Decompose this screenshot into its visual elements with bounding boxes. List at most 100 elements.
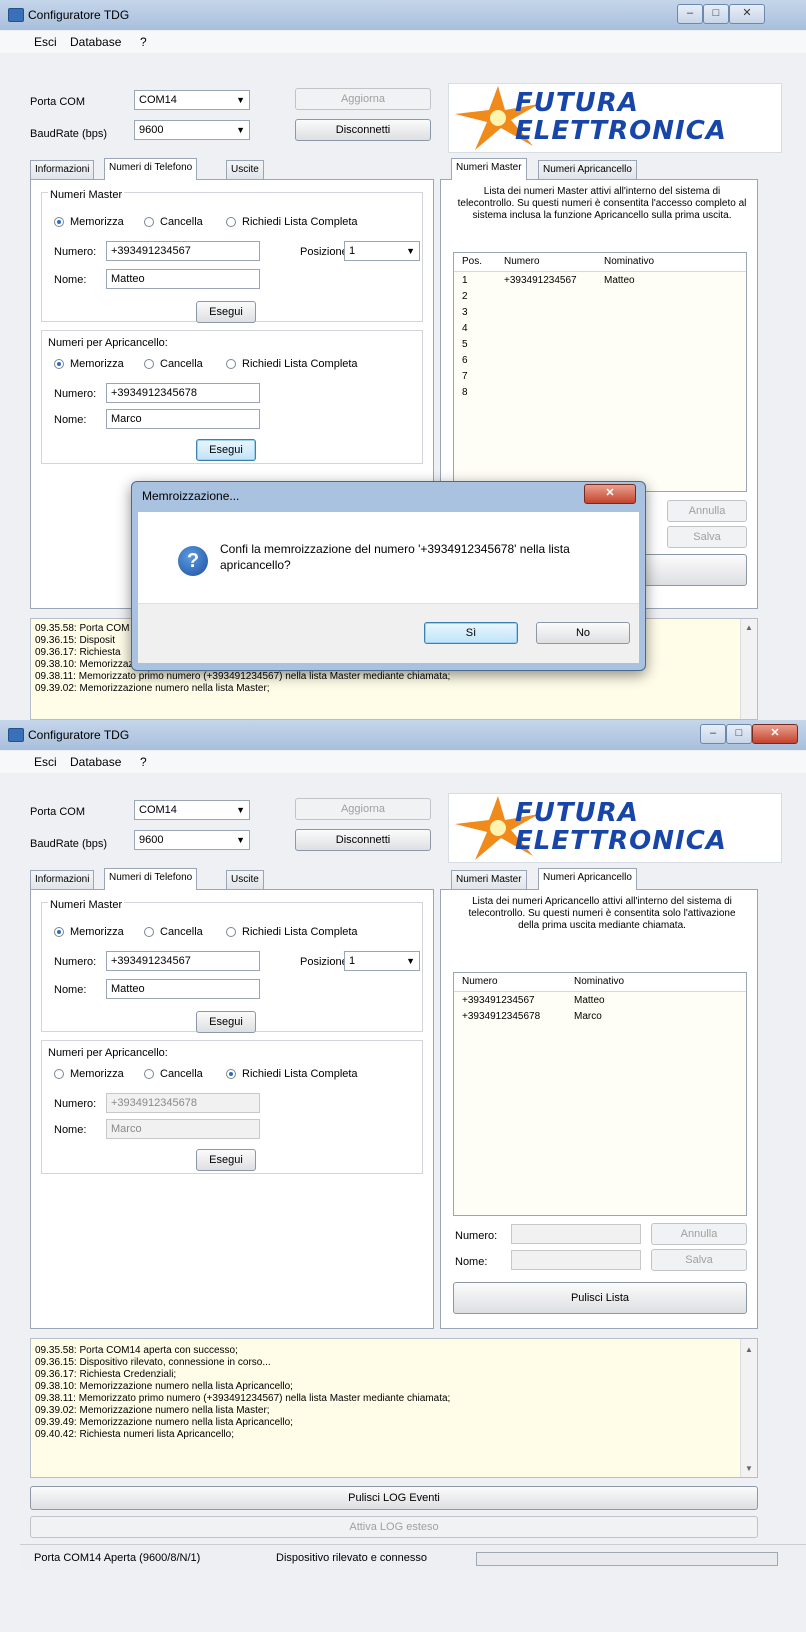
status-device: Dispositivo rilevato e connesso xyxy=(276,1552,428,1564)
list-row[interactable]: +393491234567 Matteo xyxy=(454,995,746,1011)
scroll-up-icon[interactable]: ▲ xyxy=(745,623,753,632)
posizione-select[interactable]: 1 ▼ xyxy=(344,241,420,261)
annulla-button[interactable]: Annulla xyxy=(651,1223,747,1245)
menu-esci[interactable]: Esci xyxy=(34,755,57,769)
porta-com-select[interactable]: COM14 ▼ xyxy=(134,800,250,820)
numero-label: Numero: xyxy=(54,956,97,968)
master-numero-field[interactable]: +393491234567 xyxy=(106,951,260,971)
tab-uscite[interactable]: Uscite xyxy=(226,160,264,180)
close-button[interactable]: ✕ xyxy=(729,4,765,24)
apri-memorizza-label: Memorizza xyxy=(70,358,124,370)
salva-button[interactable]: Salva xyxy=(651,1249,747,1271)
master-description: Lista dei numeri Master attivi all'inter… xyxy=(457,186,747,221)
apri-richiedi-radio[interactable] xyxy=(226,359,236,369)
minimize-button[interactable]: – xyxy=(700,724,726,744)
apricancello-group-title: Numeri per Apricancello: xyxy=(48,1047,168,1059)
aggiorna-button[interactable]: Aggiorna xyxy=(295,88,431,110)
menu-esci[interactable]: Esci xyxy=(34,35,57,49)
list-row[interactable]: 3 xyxy=(454,307,746,323)
master-esegui-button[interactable]: Esegui xyxy=(196,1011,256,1033)
tab-numeri-di-telefono[interactable]: Numeri di Telefono xyxy=(104,868,198,890)
tab-uscite[interactable]: Uscite xyxy=(226,870,264,890)
master-esegui-button[interactable]: Esegui xyxy=(196,301,256,323)
app-icon xyxy=(8,728,24,742)
tab-informazioni[interactable]: Informazioni xyxy=(30,870,95,890)
attiva-log-button[interactable]: Attiva LOG esteso xyxy=(30,1516,758,1538)
master-list[interactable]: Pos. Numero Nominativo 1 +393491234567 Mat… xyxy=(453,252,747,492)
edit-nome-field[interactable] xyxy=(511,1250,641,1270)
master-numero-field[interactable]: +393491234567 xyxy=(106,241,260,261)
apri-memorizza-radio[interactable] xyxy=(54,1069,64,1079)
memorizza-radio[interactable] xyxy=(54,217,64,227)
maximize-button[interactable]: □ xyxy=(703,4,729,24)
salva-button[interactable]: Salva xyxy=(667,526,747,548)
aggiorna-button[interactable]: Aggiorna xyxy=(295,798,431,820)
col-pos: Pos. xyxy=(462,256,483,267)
tab-numeri-di-telefono[interactable]: Numeri di Telefono xyxy=(104,158,198,180)
apricancello-list[interactable]: Numero Nominativo +393491234567 Matteo +3… xyxy=(453,972,747,1216)
posizione-value: 1 xyxy=(349,245,356,257)
scroll-up-icon[interactable]: ▲ xyxy=(745,1345,753,1354)
tab-numeri-apricancello[interactable]: Numeri Apricancello xyxy=(538,160,637,180)
tab-informazioni[interactable]: Informazioni xyxy=(30,160,95,180)
master-nome-field[interactable]: Matteo xyxy=(106,269,260,289)
apri-nome-field[interactable]: Marco xyxy=(106,1119,260,1139)
memorizza-radio[interactable] xyxy=(54,927,64,937)
chevron-down-icon: ▼ xyxy=(236,805,245,815)
disconnetti-button[interactable]: Disconnetti xyxy=(295,829,431,851)
list-row[interactable]: 5 xyxy=(454,339,746,355)
apri-numero-field[interactable]: +3934912345678 xyxy=(106,1093,260,1113)
cancella-radio[interactable] xyxy=(144,927,154,937)
menu-help[interactable]: ? xyxy=(140,755,147,769)
annulla-button[interactable]: Annulla xyxy=(667,500,747,522)
edit-numero-field[interactable] xyxy=(511,1224,641,1244)
richiedi-radio[interactable] xyxy=(226,927,236,937)
minimize-button[interactable]: – xyxy=(677,4,703,24)
tab-numeri-master[interactable]: Numeri Master xyxy=(451,870,527,890)
list-row[interactable]: 7 xyxy=(454,371,746,387)
yes-button[interactable]: Sì xyxy=(424,622,518,644)
apri-richiedi-radio[interactable] xyxy=(226,1069,236,1079)
list-row[interactable]: 6 xyxy=(454,355,746,371)
pulisci-log-button[interactable]: Pulisci LOG Eventi xyxy=(30,1486,758,1510)
apri-esegui-button[interactable]: Esegui xyxy=(196,439,256,461)
tab-numeri-master[interactable]: Numeri Master xyxy=(451,158,527,180)
richiedi-radio[interactable] xyxy=(226,217,236,227)
no-button[interactable]: No xyxy=(536,622,630,644)
scroll-down-icon[interactable]: ▼ xyxy=(745,1464,753,1473)
apri-cancella-radio[interactable] xyxy=(144,359,154,369)
list-row[interactable]: 2 xyxy=(454,291,746,307)
apri-esegui-button[interactable]: Esegui xyxy=(196,1149,256,1171)
nome-label: Nome: xyxy=(54,984,87,996)
menu-help[interactable]: ? xyxy=(140,35,147,49)
apri-cancella-radio[interactable] xyxy=(144,1069,154,1079)
pulisci-lista-button[interactable]: Pulisci Lista xyxy=(453,1282,747,1314)
menu-database[interactable]: Database xyxy=(70,35,121,49)
log-scrollbar[interactable]: ▲ ▼ xyxy=(740,1339,757,1477)
event-log[interactable]: 09.35.58: Porta COM14 aperta con success… xyxy=(30,1338,758,1478)
apri-numero-field[interactable]: +3934912345678 xyxy=(106,383,260,403)
list-row[interactable]: +3934912345678 Marco xyxy=(454,1011,746,1027)
master-nome-field[interactable]: Matteo xyxy=(106,979,260,999)
porta-com-select[interactable]: COM14 ▼ xyxy=(134,90,250,110)
tab-numeri-apricancello[interactable]: Numeri Apricancello xyxy=(538,868,637,890)
disconnetti-button[interactable]: Disconnetti xyxy=(295,119,431,141)
apricancello-group-title: Numeri per Apricancello: xyxy=(48,337,168,349)
menu-database[interactable]: Database xyxy=(70,755,121,769)
log-scrollbar[interactable]: ▲ xyxy=(740,619,757,719)
maximize-button[interactable]: □ xyxy=(726,724,752,744)
chevron-down-icon: ▼ xyxy=(406,956,415,966)
col-nominativo: Nominativo xyxy=(604,256,655,267)
list-row[interactable]: 4 xyxy=(454,323,746,339)
list-row[interactable]: 8 xyxy=(454,387,746,403)
posizione-select[interactable]: 1 ▼ xyxy=(344,951,420,971)
close-button[interactable]: ✕ xyxy=(752,724,798,744)
baudrate-select[interactable]: 9600 ▼ xyxy=(134,120,250,140)
baudrate-select[interactable]: 9600 ▼ xyxy=(134,830,250,850)
apri-nome-field[interactable]: Marco xyxy=(106,409,260,429)
apri-memorizza-radio[interactable] xyxy=(54,359,64,369)
list-row[interactable]: 1 +393491234567 Matteo xyxy=(454,275,746,291)
cancella-radio[interactable] xyxy=(144,217,154,227)
row-nome: Matteo xyxy=(604,275,635,286)
dialog-close-button[interactable]: ✕ xyxy=(584,484,636,504)
